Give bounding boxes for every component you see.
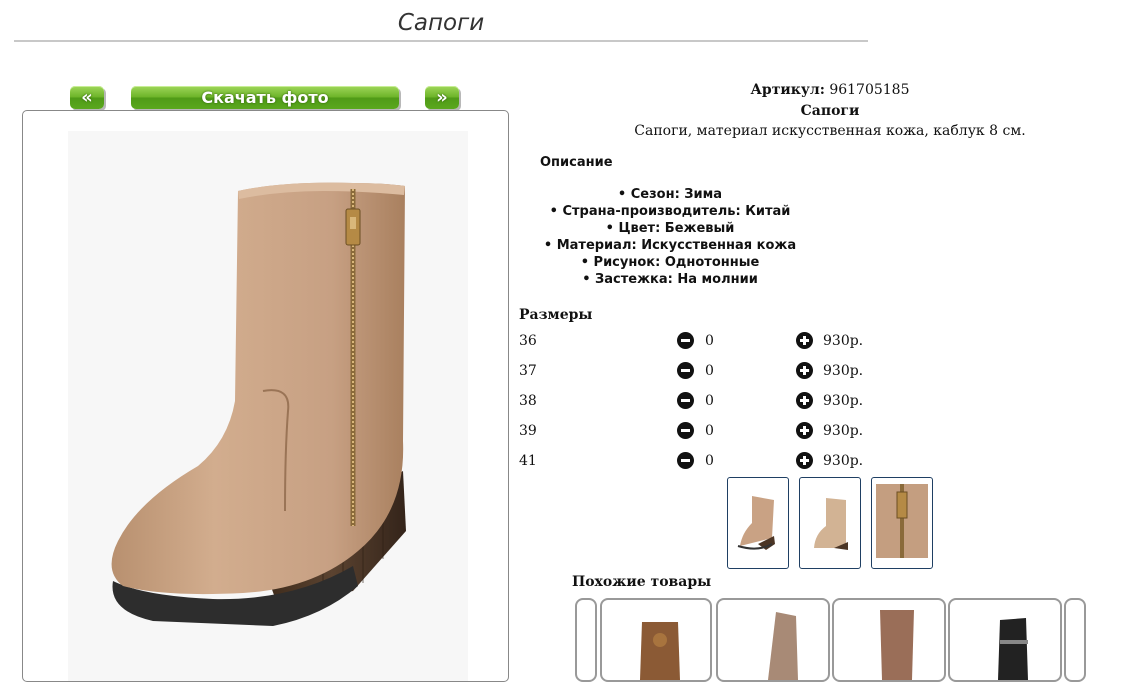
similar-product-card[interactable] — [948, 598, 1062, 682]
taupe-boot-thumbnail — [768, 612, 798, 680]
product-short-description: Сапоги, материал искусственная кожа, каб… — [634, 123, 1026, 139]
article-line: Артикул: 961705185 — [520, 82, 1128, 98]
brown-tall-boot-thumbnail — [880, 610, 914, 680]
plus-icon[interactable] — [796, 332, 813, 349]
description-item: • Цвет: Бежевый — [605, 221, 735, 236]
thumbnail-boot-side[interactable] — [727, 477, 789, 569]
size-value: 38 — [519, 393, 537, 409]
quantity-value: 0 — [705, 453, 714, 469]
price-value: 930р. — [823, 423, 864, 439]
similar-scroll-right[interactable] — [1064, 598, 1086, 682]
size-row: 36 0 930р. — [519, 331, 919, 351]
minus-icon[interactable] — [677, 392, 694, 409]
title-divider — [14, 40, 868, 42]
size-value: 39 — [519, 423, 537, 439]
prev-photo-button[interactable]: « — [70, 86, 104, 109]
minus-icon[interactable] — [677, 362, 694, 379]
brown-boot-thumbnail — [640, 622, 680, 680]
description-item: • Рисунок: Однотонные — [580, 255, 760, 270]
minus-icon[interactable] — [677, 452, 694, 469]
plus-icon[interactable] — [796, 362, 813, 379]
plus-icon[interactable] — [796, 422, 813, 439]
plus-icon[interactable] — [796, 452, 813, 469]
thumbnail-zipper[interactable] — [871, 477, 933, 569]
sizes-heading: Размеры — [519, 307, 593, 323]
size-row: 41 0 930р. — [519, 451, 919, 471]
size-value: 41 — [519, 453, 537, 469]
similar-products-heading: Похожие товары — [572, 574, 712, 590]
minus-icon[interactable] — [677, 422, 694, 439]
download-photo-button[interactable]: Скачать фото — [131, 86, 399, 109]
article-label: Артикул: — [750, 82, 825, 98]
black-boot-thumbnail — [998, 618, 1028, 680]
zipper-thumbnail-image — [876, 484, 928, 558]
price-value: 930р. — [823, 363, 864, 379]
thumbnail-boot-front[interactable] — [799, 477, 861, 569]
boot-thumbnail-image — [814, 498, 848, 550]
quantity-value: 0 — [705, 423, 714, 439]
quantity-value: 0 — [705, 333, 714, 349]
quantity-value: 0 — [705, 363, 714, 379]
next-photo-button[interactable]: » — [425, 86, 459, 109]
product-name: Сапоги — [800, 103, 860, 119]
description-heading: Описание — [540, 155, 613, 170]
size-row: 39 0 930р. — [519, 421, 919, 441]
similar-product-card[interactable] — [832, 598, 946, 682]
price-value: 930р. — [823, 393, 864, 409]
description-item: • Материал: Искусственная кожа — [543, 238, 797, 253]
size-value: 36 — [519, 333, 537, 349]
similar-product-card[interactable] — [600, 598, 712, 682]
boot-image — [68, 131, 468, 681]
minus-icon[interactable] — [677, 332, 694, 349]
size-row: 38 0 930р. — [519, 391, 919, 411]
size-value: 37 — [519, 363, 537, 379]
quantity-value: 0 — [705, 393, 714, 409]
main-product-photo[interactable] — [22, 110, 509, 682]
size-row: 37 0 930р. — [519, 361, 919, 381]
page-title: Сапоги — [397, 10, 485, 36]
article-value: 961705185 — [829, 82, 910, 98]
similar-scroll-left[interactable] — [575, 598, 597, 682]
boot-thumbnail-image — [737, 496, 775, 550]
description-item: • Страна-производитель: Китай — [549, 204, 791, 219]
description-list: • Сезон: Зима • Страна-производитель: Ки… — [520, 186, 820, 288]
price-value: 930р. — [823, 333, 864, 349]
price-value: 930р. — [823, 453, 864, 469]
description-item: • Застежка: На молнии — [582, 272, 758, 287]
similar-product-card[interactable] — [716, 598, 830, 682]
description-item: • Сезон: Зима — [617, 187, 723, 202]
plus-icon[interactable] — [796, 392, 813, 409]
